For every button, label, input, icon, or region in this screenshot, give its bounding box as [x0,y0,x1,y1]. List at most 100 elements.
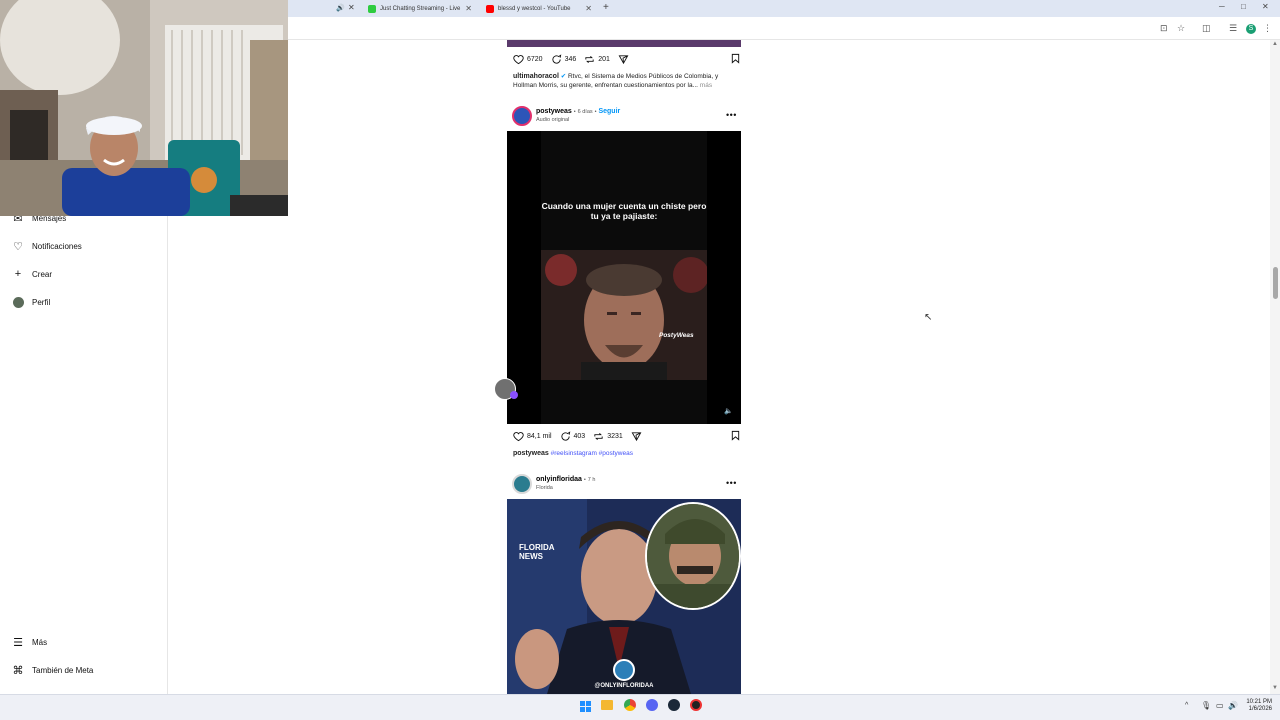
mouse-cursor-icon: ↖ [924,312,933,323]
microphone-icon[interactable]: 🎙 [1201,701,1211,710]
caption-text: Rtvc, el Sistema de Medios Públicos de C… [567,73,719,80]
new-tab-button[interactable]: + [603,2,609,13]
video-watermark: PostyWeas [659,332,694,339]
caption-username[interactable]: ultimahoracol [513,73,559,80]
repost-count: 201 [598,56,610,63]
file-explorer-icon[interactable] [601,700,613,710]
follow-button[interactable]: Seguir [598,108,620,115]
minimize-icon[interactable]: ─ [1219,2,1225,11]
heart-icon [513,55,524,65]
overlay-title: FLORIDA NEWS [519,543,555,561]
post-video[interactable]: Cuando una mujer cuenta un chiste pero t… [507,131,741,424]
separator: • [594,109,597,115]
profile-avatar[interactable]: S [1246,24,1256,34]
post-actions-bar: 84,1 mil 403 3231 [513,430,741,443]
comment-button[interactable]: 403 [560,431,586,442]
browser-menu-icon[interactable]: ⋮ [1263,23,1272,34]
windows-start-icon[interactable] [580,701,591,712]
like-button[interactable]: 84,1 mil [513,431,552,442]
volume-icon[interactable]: 🔊 [1228,701,1238,710]
comment-count: 346 [564,56,577,63]
audio-label[interactable]: Audio original [536,117,569,123]
sidebar-item-mas[interactable]: ☰ Más [12,636,48,649]
maximize-icon[interactable]: □ [1241,2,1246,11]
sidebar-item-crear[interactable]: + Crear [12,268,52,280]
like-count: 84,1 mil [527,433,552,440]
discord-icon[interactable] [646,699,658,711]
save-button[interactable] [730,53,741,66]
comment-icon [551,54,561,64]
post-time: 7 h [587,477,596,483]
sidepanel-icon[interactable]: ◫ [1202,23,1211,34]
post-location[interactable]: Florida [536,485,553,491]
webcam-image [0,0,288,216]
clock-time: 10:21 PM [1246,699,1272,705]
caption-hashtags[interactable]: #reelsinstagram #postyweas [551,450,633,457]
close-tab-icon[interactable]: ✕ [348,3,355,12]
repost-button[interactable]: 3231 [593,431,623,442]
post-author-avatar[interactable] [512,106,532,126]
more-options-icon[interactable]: ••• [726,478,737,488]
close-window-icon[interactable]: ✕ [1262,2,1269,11]
plus-icon: + [14,268,22,280]
share-button[interactable] [618,54,629,65]
youtube-favicon-icon [486,4,494,13]
page-scrollbar[interactable] [1270,40,1280,694]
post-author-avatar[interactable] [512,474,532,494]
close-tab-icon[interactable]: ✕ [465,4,472,13]
more-link[interactable]: más [700,82,712,89]
bookmark-icon [731,53,740,64]
post-image[interactable]: FLORIDA NEWS @ONLYINFLORIDAA [507,499,741,694]
mute-toggle-icon[interactable]: 🔈 [724,407,733,415]
network-icon[interactable]: ▭ [1216,701,1224,710]
post-username[interactable]: postyweas [536,108,572,115]
like-button[interactable]: 6720 [513,54,543,65]
steam-icon[interactable] [668,699,680,711]
save-button[interactable] [730,430,741,443]
sidebar-item-perfil[interactable]: Perfil [12,296,50,308]
heart-icon: ♡ [13,240,23,253]
comment-button[interactable]: 346 [551,54,577,65]
tab-youtube[interactable]: blessd y westcol - YouTube ✕ [480,1,598,16]
windows-taskbar [0,694,1280,720]
bookmark-star-icon[interactable]: ☆ [1177,23,1185,34]
repost-button[interactable]: 201 [584,54,610,65]
avatar-icon [12,296,24,308]
sidebar-item-tambien-de-meta[interactable]: ⌘ También de Meta [12,664,94,677]
comment-count: 403 [573,433,586,440]
post-actions-bar: 6720 346 201 [513,53,741,66]
audio-playing-icon[interactable]: 🔊 [336,4,345,12]
sidebar-item-label: Más [32,637,48,647]
post-media-partial[interactable] [507,40,741,47]
more-options-icon[interactable]: ••• [726,110,737,120]
webcam-overlay [0,0,288,216]
sidebar-item-notificaciones[interactable]: ♡ Notificaciones [12,240,82,253]
scrollbar-thumb[interactable] [1273,267,1278,299]
extensions-icon[interactable]: ☰ [1229,23,1237,34]
tab-title: Just Chatting Streaming - Live [380,5,461,12]
caption-username[interactable]: postyweas [513,450,549,457]
menu-icon: ☰ [13,636,23,649]
separator: • [583,477,586,483]
scroll-up-icon[interactable]: ▲ [1272,41,1278,47]
inset-photo [645,502,741,610]
share-icon [631,432,642,442]
chrome-icon[interactable] [624,699,636,711]
overlay-handle: @ONLYINFLORIDAA [594,683,654,689]
share-button[interactable] [631,431,642,442]
inset-image [647,504,739,608]
post-caption: postyweas #reelsinstagram #postyweas [513,449,633,458]
florida-logo-icon [613,659,635,681]
tab-just-chatting[interactable]: Just Chatting Streaming - Live ✕ [362,1,478,16]
install-app-icon[interactable]: ⊡ [1160,23,1168,34]
scroll-down-icon[interactable]: ▼ [1272,685,1278,691]
video-frame-image [541,250,707,380]
caption-text: Hollman Morris, su gerente, enfrentan cu… [513,82,698,89]
close-tab-icon[interactable]: ✕ [585,4,592,13]
post-username[interactable]: onlyinfloridaa [536,476,582,483]
like-count: 6720 [527,56,543,63]
tray-chevron-icon[interactable]: ^ [1185,702,1188,709]
recording-app-icon[interactable] [690,699,702,711]
system-clock[interactable]: 10:21 PM 1/6/2026 [1238,699,1272,713]
meta-icon: ⌘ [12,664,24,677]
